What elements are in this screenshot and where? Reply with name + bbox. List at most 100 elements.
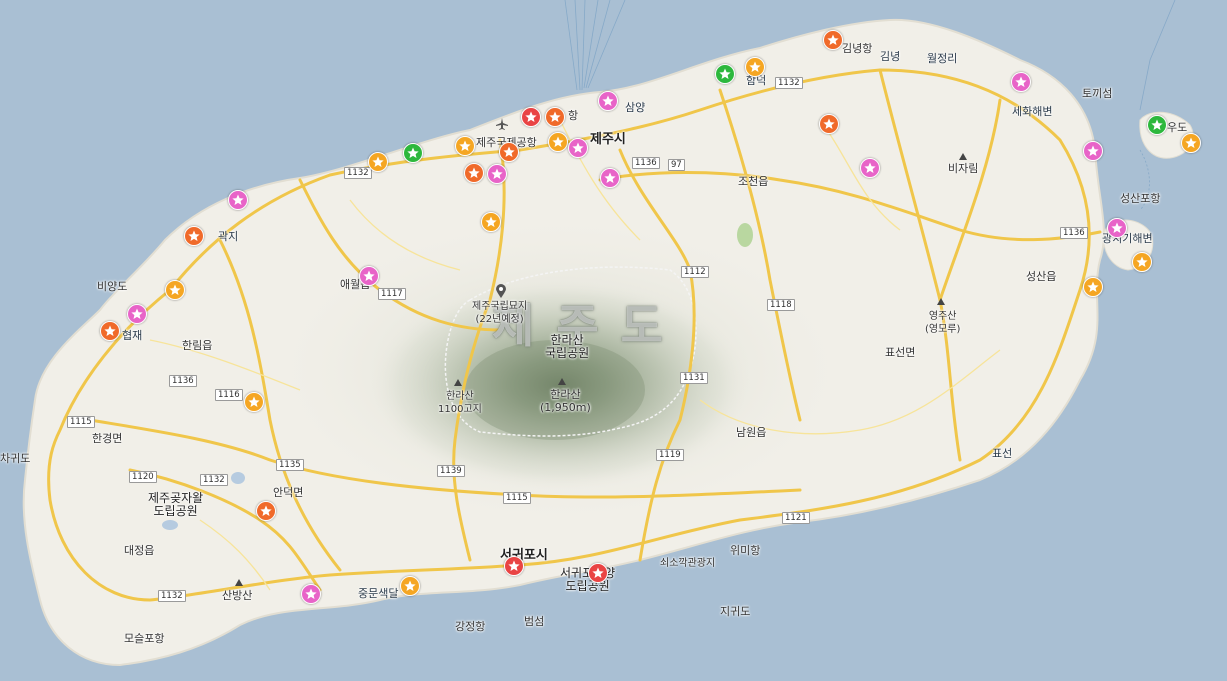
- route-1136-e: 1136: [1060, 227, 1088, 239]
- star-icon: [602, 95, 614, 106]
- star-icon: [1015, 76, 1027, 87]
- jeju-si-pink-marker[interactable]: [568, 138, 588, 158]
- star-icon: [407, 147, 419, 158]
- star-icon: [260, 505, 272, 516]
- star-icon: [552, 136, 564, 147]
- route-1118: 1118: [767, 299, 795, 311]
- airport-south-orange-marker[interactable]: [464, 163, 484, 183]
- route-1131: 1131: [680, 372, 708, 384]
- label-hallasan-park: 한라산 국립공원: [545, 333, 590, 360]
- west-yellow-marker[interactable]: [368, 152, 388, 172]
- label-chagwido: 차귀도: [0, 452, 31, 465]
- andeok-marker[interactable]: [256, 501, 276, 521]
- star-icon: [131, 308, 143, 319]
- label-biyangdo: 비양도: [97, 280, 128, 293]
- star-icon: [549, 111, 561, 122]
- hyeopjae-pink-marker[interactable]: [127, 304, 147, 324]
- star-icon: [459, 140, 471, 151]
- airport-orange-marker[interactable]: [499, 142, 519, 162]
- seogwipo-marker[interactable]: [504, 556, 524, 576]
- hallim-yellow-marker[interactable]: [165, 280, 185, 300]
- yeongjusan-peak-icon: [937, 298, 945, 305]
- jocheon-marker[interactable]: [819, 114, 839, 134]
- label-seongsan-eup: 성산읍: [1026, 270, 1057, 283]
- seogwipo-east-marker[interactable]: [588, 563, 608, 583]
- route-1132-nw: 1132: [344, 167, 372, 179]
- gwangchigi-marker[interactable]: [1107, 218, 1127, 238]
- route-1119: 1119: [656, 449, 684, 461]
- gimnyeong-marker[interactable]: [823, 30, 843, 50]
- udo-marker[interactable]: [1181, 133, 1201, 153]
- label-hallasan-1100: 한라산 1100고지: [438, 391, 482, 415]
- jeju-port-red-marker[interactable]: [521, 107, 541, 127]
- east-coast-marker[interactable]: [1083, 141, 1103, 161]
- hallasan-peak-icon: [558, 378, 566, 385]
- star-icon: [305, 588, 317, 599]
- label-udo: 우도: [1167, 121, 1188, 134]
- udo-green-marker[interactable]: [1147, 115, 1167, 135]
- star-icon: [525, 111, 537, 122]
- hamdeok-marker[interactable]: [745, 57, 765, 77]
- sehwa-marker[interactable]: [1011, 72, 1031, 92]
- route-1116: 1116: [215, 389, 243, 401]
- route-1132-se: 1121: [782, 512, 810, 524]
- label-yeongjusan: 영주산 (영모루): [925, 311, 961, 335]
- route-1115-s: 1115: [503, 492, 531, 504]
- star-icon: [1111, 222, 1123, 233]
- aewol-marker[interactable]: [359, 266, 379, 286]
- hamdeok-green-marker[interactable]: [715, 64, 735, 84]
- label-wimi-port: 위미항: [730, 544, 761, 557]
- label-gimnyeong: 김녕: [880, 50, 901, 63]
- label-namwon-eup: 남원읍: [736, 426, 767, 439]
- label-hallim-eup: 한림읍: [182, 339, 213, 352]
- star-icon: [491, 168, 503, 179]
- star-icon: [468, 167, 480, 178]
- bijarim-peak-icon: [959, 153, 967, 160]
- label-gangjeong-port: 강정항: [455, 620, 486, 633]
- airport-south-pink-marker[interactable]: [487, 164, 507, 184]
- star-icon: [1136, 256, 1148, 267]
- 1116-marker[interactable]: [244, 392, 264, 412]
- label-jeju-port: 항: [568, 109, 579, 122]
- label-gotjawal-park: 제주곶자왈 도립공원: [148, 491, 204, 518]
- seongsan-south-marker[interactable]: [1083, 277, 1103, 297]
- gwakji-pink-marker[interactable]: [228, 190, 248, 210]
- star-icon: [749, 61, 761, 72]
- samyang-marker[interactable]: [598, 91, 618, 111]
- label-gwakji: 곽지: [218, 230, 239, 243]
- star-icon: [1151, 119, 1163, 130]
- sanbangsan-peak-icon: [235, 579, 243, 586]
- star-icon: [592, 567, 604, 578]
- star-icon: [372, 156, 384, 167]
- label-sehwa-beach: 세화해변: [1012, 105, 1053, 118]
- hyeopjae-marker[interactable]: [100, 321, 120, 341]
- label-hangyeong-myeon: 한경면: [92, 432, 123, 445]
- star-icon: [1185, 137, 1197, 148]
- map-canvas[interactable]: 제주도 제주시 서귀포시 제주국제공항 한라산 국립공원 한라산 (1,950m…: [0, 0, 1227, 681]
- label-woljeong: 월정리: [927, 52, 958, 65]
- route-1139: 1139: [437, 465, 465, 477]
- jeju-east-pink-marker[interactable]: [600, 168, 620, 188]
- peak-1100-icon: [454, 379, 462, 386]
- sanbang-east-marker[interactable]: [301, 584, 321, 604]
- star-icon: [232, 194, 244, 205]
- label-jocheon-eup: 조천읍: [738, 175, 769, 188]
- star-icon: [169, 284, 181, 295]
- jeju-port-orange-marker[interactable]: [545, 107, 565, 127]
- airport-yellow-marker[interactable]: [455, 136, 475, 156]
- jungmun-marker[interactable]: [400, 576, 420, 596]
- star-icon: [604, 172, 616, 183]
- label-seongsan-port: 성산포항: [1120, 192, 1161, 205]
- star-icon: [363, 270, 375, 281]
- label-bijarim: 비자림: [948, 162, 979, 175]
- bijarim-west-marker[interactable]: [860, 158, 880, 178]
- star-icon: [248, 396, 260, 407]
- jeju-south-marker[interactable]: [481, 212, 501, 232]
- seongsan-marker[interactable]: [1132, 252, 1152, 272]
- star-icon: [572, 142, 584, 153]
- route-1132-sw: 1132: [158, 590, 186, 602]
- cemetery-pin-icon[interactable]: [496, 284, 506, 298]
- gwakji-marker[interactable]: [184, 226, 204, 246]
- west-green-marker[interactable]: [403, 143, 423, 163]
- jeju-si-marker[interactable]: [548, 132, 568, 152]
